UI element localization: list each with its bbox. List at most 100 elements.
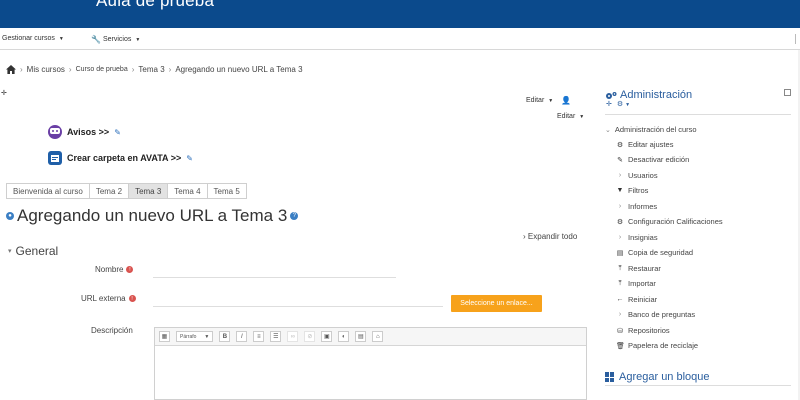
italic-icon[interactable]: I [236, 331, 248, 342]
tab-tema-2[interactable]: Tema 2 [88, 183, 130, 199]
sidebar-item-editar-ajustes[interactable]: ⚙ Editar ajustes [616, 140, 674, 149]
sidebar-item-copia-seguridad[interactable]: ▤ Copia de seguridad [616, 248, 693, 257]
add-block-header[interactable]: Agregar un bloque [605, 371, 710, 383]
tab-bienvenida[interactable]: Bienvenida al curso [6, 183, 90, 199]
chevron-right-icon: › [618, 203, 622, 210]
toolbar-toggle-icon[interactable]: ▦ [159, 331, 170, 342]
breadcrumb-topic[interactable]: Tema 3 [138, 65, 164, 74]
activity-crear-carpeta-label[interactable]: Crear carpeta en AVATA >> [67, 153, 181, 163]
caret-down-icon: ▼ [135, 36, 141, 43]
activity-avisos-label[interactable]: Avisos >> [67, 127, 109, 137]
user-icon: 👤 [561, 96, 572, 105]
sidebar-item-label: Importar [628, 279, 656, 288]
gear-icon[interactable]: ⚙ [617, 101, 623, 108]
sidebar-item-repositorios[interactable]: ⛁ Repositorios [616, 326, 670, 335]
dock-block-icon[interactable] [784, 89, 791, 96]
pencil-icon[interactable]: ✎ [186, 154, 193, 163]
admin-block-title: Administración [620, 89, 693, 101]
sidebar-item-banco-preguntas[interactable]: › Banco de preguntas [616, 310, 695, 319]
sidebar-item-usuarios[interactable]: › Usuarios [616, 171, 658, 180]
site-banner: Aula de prueba [0, 0, 800, 28]
repository-icon: ⛁ [617, 327, 623, 335]
sidebar-item-insignias[interactable]: › Insignias [616, 233, 658, 242]
move-handle-icon[interactable]: ✛ [1, 89, 7, 97]
home-icon[interactable] [6, 65, 16, 74]
pencil-icon[interactable]: ✎ [114, 128, 121, 137]
page-heading: ● Agregando un nuevo URL a Tema 3 ? [6, 206, 299, 226]
backup-icon: ▤ [616, 249, 624, 257]
manage-files-icon[interactable]: ⌂ [372, 331, 384, 342]
description-editor[interactable]: ▦ Párrafo ▼ B I ≡ ☰ ∞ ⊘ ▣ ◐ ▤ ⌂ [154, 327, 587, 400]
url-field[interactable] [153, 293, 443, 307]
assignment-icon [48, 151, 62, 165]
forum-icon [48, 125, 62, 139]
services-menu[interactable]: 🔧 Servicios ▼ [91, 35, 140, 44]
sidebar-item-restaurar[interactable]: ⤒ Restaurar [616, 264, 661, 273]
move-icon[interactable]: ✛ [606, 101, 612, 108]
activity-crear-carpeta[interactable]: Crear carpeta en AVATA >> ✎ [48, 151, 193, 165]
admin-course-section[interactable]: ⌄ Administración del curso [605, 125, 697, 134]
sidebar-item-config-calificaciones[interactable]: ⚙ Configuración Calificaciones [616, 217, 723, 226]
chevron-right-icon: › [618, 172, 622, 179]
caret-down-icon: ▼ [548, 97, 554, 104]
link-icon[interactable]: ∞ [287, 331, 299, 342]
upload-icon: ⤒ [618, 279, 622, 287]
manage-courses-menu[interactable]: Gestionar cursos ▼ [2, 35, 64, 42]
name-field[interactable] [153, 264, 396, 278]
file-icon[interactable]: ▤ [355, 331, 367, 342]
sidebar-item-label: Usuarios [628, 171, 658, 180]
activity-avisos[interactable]: Avisos >> ✎ [48, 125, 121, 139]
chevron-right-icon: › [523, 232, 526, 241]
sidebar-item-label: Reiniciar [628, 295, 658, 304]
paragraph-format-select[interactable]: Párrafo ▼ [176, 331, 214, 342]
media-icon[interactable]: ◐ [338, 331, 350, 342]
name-label: Nombre [95, 265, 124, 274]
image-icon[interactable]: ▣ [321, 331, 333, 342]
upload-icon: ⤒ [618, 264, 622, 272]
unlink-icon[interactable]: ⊘ [304, 331, 316, 342]
description-label-row: Descripción [91, 326, 133, 335]
sidebar-item-desactivar-edicion[interactable]: ✎ Desactivar edición [616, 155, 689, 164]
sidebar-item-label: Filtros [628, 186, 649, 195]
breadcrumb-current: Agregando un nuevo URL a Tema 3 [175, 65, 303, 74]
block-controls[interactable]: ✛ ⚙ ▼ [606, 100, 630, 108]
chevron-right-icon: › [618, 234, 622, 241]
help-icon[interactable]: ? [290, 212, 299, 220]
breadcrumb-my-courses[interactable]: Mis cursos [27, 65, 65, 74]
gear-icon: ⚙ [616, 218, 624, 226]
sidebar-item-label: Insignias [628, 233, 658, 242]
pencil-icon: ✎ [617, 156, 623, 164]
sidebar-item-label: Configuración Calificaciones [628, 217, 723, 226]
sidebar-item-reiniciar[interactable]: ← Reiniciar [616, 295, 658, 304]
edit-label: Editar [526, 97, 545, 104]
edit-menu-secondary[interactable]: Editar ▼ [557, 113, 584, 120]
breadcrumb-separator: › [168, 65, 172, 74]
sidebar-item-papelera[interactable]: 🗑 Papelera de reciclaje [616, 341, 698, 350]
chevron-down-icon: ⌄ [605, 126, 611, 134]
caret-down-icon: ▼ [204, 333, 210, 340]
sidebar-item-informes[interactable]: › Informes [616, 202, 657, 211]
tab-tema-3[interactable]: Tema 3 [128, 183, 169, 199]
tab-tema-4[interactable]: Tema 4 [167, 183, 208, 199]
breadcrumb-course[interactable]: Curso de prueba [76, 66, 128, 73]
tab-tema-5[interactable]: Tema 5 [206, 183, 247, 199]
course-topic-tabs: Bienvenida al curso Tema 2 Tema 3 Tema 4… [6, 183, 247, 199]
caret-down-icon: ▼ [625, 102, 631, 108]
site-title[interactable]: Aula de prueba [96, 0, 214, 11]
manage-courses-label: Gestionar cursos [2, 35, 55, 42]
admin-block: Administración ✛ ⚙ ▼ ⌄ Administración de… [597, 82, 794, 400]
edit-label: Editar [557, 113, 576, 120]
bold-icon[interactable]: B [219, 331, 231, 342]
caret-down-icon: ▼ [58, 35, 64, 42]
sidebar-item-label: Editar ajustes [628, 140, 674, 149]
section-general-header[interactable]: ▾ General [8, 244, 58, 258]
edit-menu-primary[interactable]: Editar ▼ 👤 [526, 96, 571, 105]
select-link-button[interactable]: Seleccione un enlace... [451, 295, 542, 312]
sidebar-item-filtros[interactable]: ▼ Filtros [616, 186, 649, 195]
expand-all-link[interactable]: › Expandir todo [523, 232, 577, 241]
trash-icon: 🗑 [616, 342, 625, 350]
add-block-label: Agregar un bloque [619, 371, 710, 383]
numbered-list-icon[interactable]: ☰ [270, 331, 282, 342]
sidebar-item-importar[interactable]: ⤒ Importar [616, 279, 656, 288]
bullet-list-icon[interactable]: ≡ [253, 331, 265, 342]
